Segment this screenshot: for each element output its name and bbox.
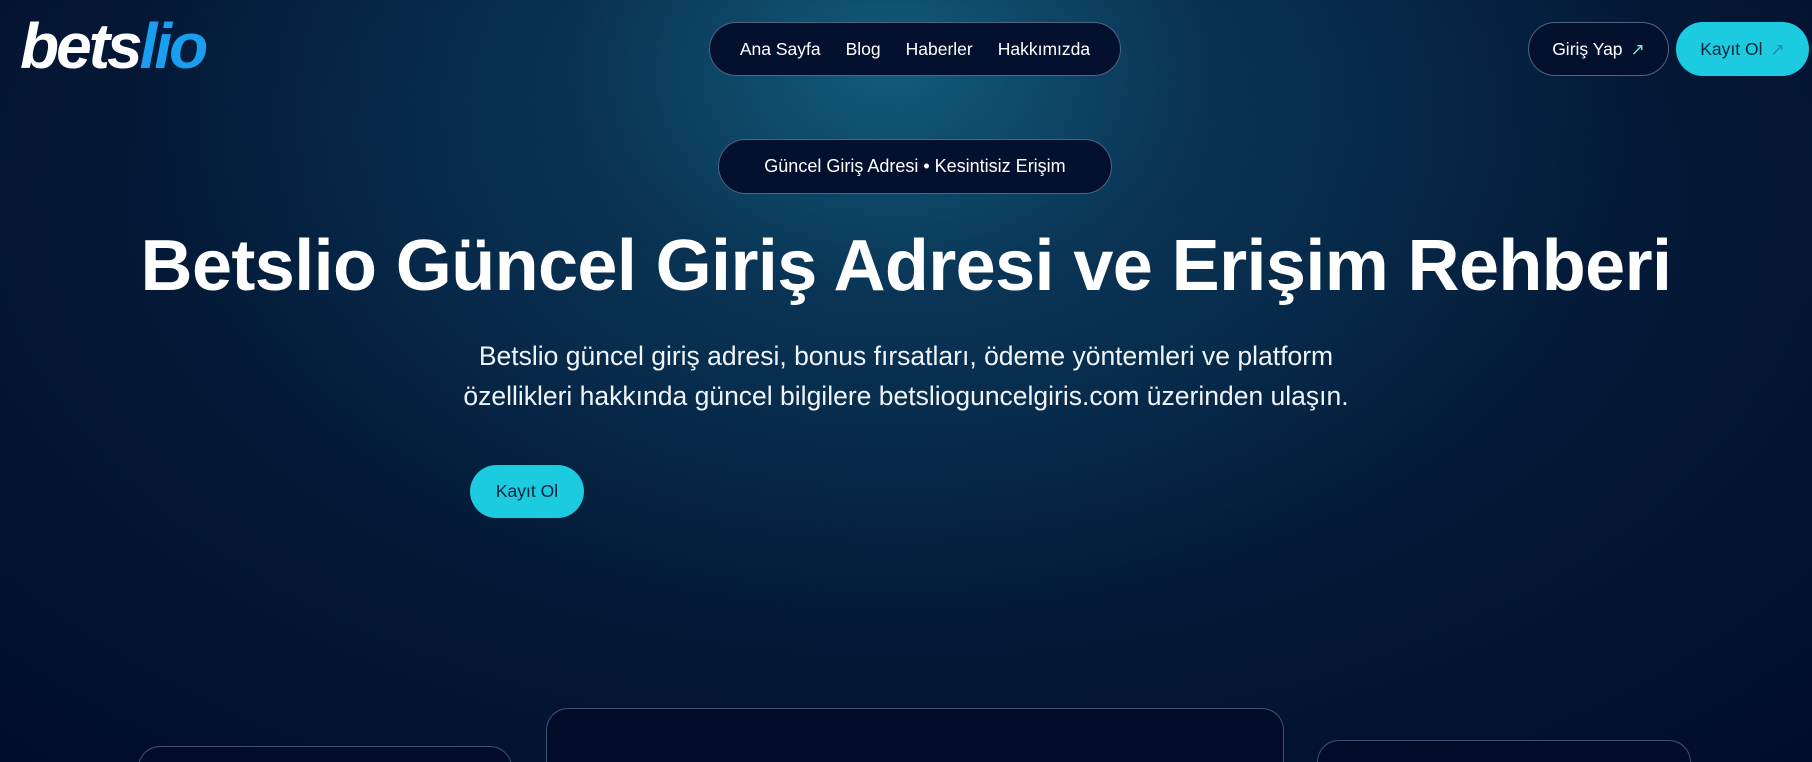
hero-description-line-2: özellikleri hakkında güncel bilgilere be… <box>463 381 1349 411</box>
login-button[interactable]: Giriş Yap ↗ <box>1528 22 1669 76</box>
hero-signup-button[interactable]: Kayıt Ol <box>470 465 584 518</box>
nav-item-blog[interactable]: Blog <box>846 39 881 60</box>
main-nav: Ana Sayfa Blog Haberler Hakkımızda <box>709 22 1121 76</box>
arrow-up-right-icon: ↗ <box>1770 39 1785 59</box>
svg-text:betslio: betslio <box>20 18 207 78</box>
feature-card-center <box>546 708 1284 762</box>
hero-description: Betslio güncel giriş adresi, bonus fırsa… <box>406 336 1406 416</box>
hero-description-line-1: Betslio güncel giriş adresi, bonus fırsa… <box>478 341 1334 371</box>
signup-button[interactable]: Kayıt Ol ↗ <box>1676 22 1809 76</box>
signup-button-label: Kayıt Ol <box>1700 38 1763 59</box>
betslio-logo[interactable]: betslio <box>18 18 304 78</box>
feature-card-right <box>1317 740 1691 762</box>
hero-badge: Güncel Giriş Adresi • Kesintisiz Erişim <box>718 139 1112 194</box>
arrow-up-right-icon: ↗ <box>1630 39 1645 59</box>
feature-card-left <box>138 746 512 762</box>
login-button-label: Giriş Yap <box>1552 38 1623 59</box>
page-title: Betslio Güncel Giriş Adresi ve Erişim Re… <box>140 226 1672 306</box>
nav-item-hakkimizda[interactable]: Hakkımızda <box>998 39 1090 60</box>
nav-item-ana-sayfa[interactable]: Ana Sayfa <box>740 39 821 60</box>
betslio-logo-image: betslio <box>20 18 210 78</box>
nav-item-haberler[interactable]: Haberler <box>906 39 973 60</box>
